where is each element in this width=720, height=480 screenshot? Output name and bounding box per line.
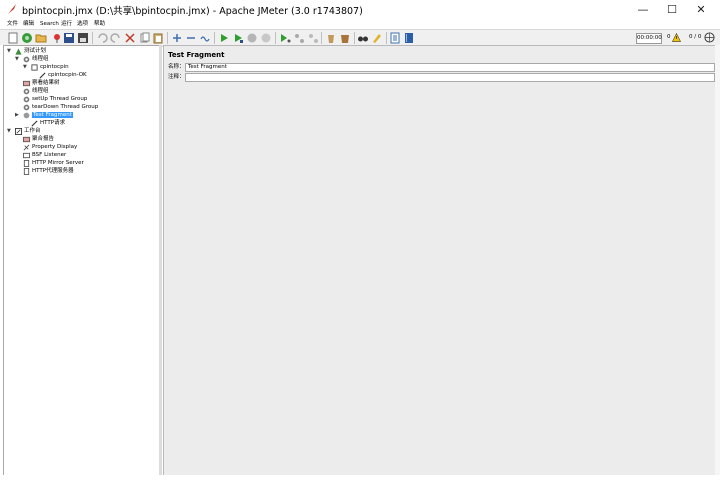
cut-icon[interactable] xyxy=(124,32,136,44)
new-file-icon[interactable] xyxy=(7,32,19,44)
menu-help[interactable]: 帮助 xyxy=(94,19,105,29)
paste-icon[interactable] xyxy=(152,32,164,44)
name-label: 名称： xyxy=(168,64,185,70)
expand-icon[interactable] xyxy=(171,32,183,44)
minimize-button[interactable]: — xyxy=(628,0,658,19)
redo-icon[interactable] xyxy=(110,32,122,44)
tree-node-test-fragment[interactable]: Test Fragment xyxy=(23,111,73,119)
listener-icon xyxy=(23,80,30,86)
tree-node-http-request[interactable]: HTTP请求 xyxy=(31,119,65,127)
sampler-icon xyxy=(31,119,38,127)
collapse-toggle-icon[interactable]: ▼ xyxy=(7,127,11,135)
thread-group-icon xyxy=(23,88,30,94)
test-plan-tree: ▼ 测试计划 ▼ 线程组 ▼ cpintocpin cpintocpin-OK … xyxy=(3,45,160,476)
templates-icon[interactable] xyxy=(21,32,33,44)
tree-node-teardown-thread-group[interactable]: tearDown Thread Group xyxy=(23,103,98,111)
sampler-icon xyxy=(39,71,46,79)
warning-icon[interactable] xyxy=(672,33,681,42)
tree-node-controller[interactable]: cpintocpin xyxy=(31,63,69,71)
search-binoculars-icon[interactable] xyxy=(357,32,369,44)
tree-node-thread-group[interactable]: 线程组 xyxy=(23,87,49,95)
tree-node-http-proxy-server[interactable]: HTTP代理服务器 xyxy=(23,167,74,175)
start-icon[interactable] xyxy=(218,32,230,44)
remote-globe-icon xyxy=(704,32,715,43)
start-no-pause-icon[interactable] xyxy=(232,32,244,44)
thread-group-icon xyxy=(23,56,30,62)
tree-node-workbench[interactable]: 工作台 xyxy=(15,127,41,135)
window-edge xyxy=(0,475,720,480)
tree-node-aggregate-report[interactable]: 聚合报告 xyxy=(23,135,54,143)
tree-node-property-display[interactable]: Property Display xyxy=(23,143,77,151)
listener-icon xyxy=(23,136,30,142)
thread-count: 0 / 0 xyxy=(689,34,702,40)
collapse-toggle-icon[interactable]: ▼ xyxy=(23,63,27,71)
shutdown-icon[interactable] xyxy=(260,32,272,44)
menu-bar: 文件 编辑 Search 运行 选项 帮助 xyxy=(0,19,720,29)
remote-stop-icon[interactable] xyxy=(293,32,305,44)
toggle-icon[interactable] xyxy=(199,32,211,44)
menu-options[interactable]: 选项 xyxy=(77,19,88,29)
help-book-icon[interactable] xyxy=(403,32,415,44)
undo-icon[interactable] xyxy=(96,32,108,44)
menu-file[interactable]: 文件 xyxy=(7,19,18,29)
elapsed-time: 00:00:00 xyxy=(636,33,662,44)
copy-icon[interactable] xyxy=(139,32,151,44)
save-icon[interactable] xyxy=(63,32,75,44)
stop-icon[interactable] xyxy=(246,32,258,44)
remote-start-icon[interactable] xyxy=(279,32,291,44)
workbench-icon xyxy=(15,127,22,135)
remote-exit-icon[interactable] xyxy=(307,32,319,44)
reset-search-icon[interactable] xyxy=(371,32,383,44)
panel-heading: Test Fragment xyxy=(168,51,225,59)
close-button[interactable]: ✕ xyxy=(686,0,716,19)
fragment-icon xyxy=(23,112,30,118)
test-plan-icon xyxy=(15,47,22,55)
window-title: bpintocpin.jmx (D:\共享\bpintocpin.jmx) - … xyxy=(22,6,363,17)
name-field[interactable]: Test Fragment xyxy=(185,63,715,72)
menu-search[interactable]: Search xyxy=(40,19,59,29)
tree-node-thread-group[interactable]: 线程组 xyxy=(23,55,49,63)
collapse-toggle-icon[interactable]: ▼ xyxy=(15,55,19,63)
tree-node-sampler[interactable]: cpintocpin-OK xyxy=(39,71,87,79)
comment-field[interactable] xyxy=(185,73,715,82)
thread-group-icon xyxy=(23,96,30,102)
menu-edit[interactable]: 编辑 xyxy=(23,19,34,29)
tree-node-test-plan[interactable]: 测试计划 xyxy=(15,47,46,55)
panel-splitter[interactable] xyxy=(159,45,162,475)
thread-group-icon xyxy=(23,104,30,110)
listener-icon xyxy=(23,152,30,158)
proxy-icon xyxy=(23,167,30,175)
tree-node-http-mirror-server[interactable]: HTTP Mirror Server xyxy=(23,159,84,167)
clear-all-icon[interactable] xyxy=(339,32,351,44)
maximize-button[interactable]: ☐ xyxy=(657,0,687,19)
property-icon xyxy=(23,144,30,150)
tree-node-listener[interactable]: 察看结果树 xyxy=(23,79,60,87)
element-editor-panel: Test Fragment 名称： Test Fragment 注释： xyxy=(163,45,716,476)
close-file-icon[interactable] xyxy=(51,32,63,44)
clear-icon[interactable] xyxy=(325,32,337,44)
expand-toggle-icon[interactable]: ▶ xyxy=(15,111,19,119)
controller-icon xyxy=(31,63,38,71)
open-folder-icon[interactable] xyxy=(35,32,47,44)
server-icon xyxy=(23,159,30,167)
collapse-icon[interactable] xyxy=(185,32,197,44)
jmeter-feather-icon xyxy=(8,4,16,14)
save-as-icon[interactable] xyxy=(77,32,89,44)
tree-node-setup-thread-group[interactable]: setUp Thread Group xyxy=(23,95,87,103)
menu-run[interactable]: 运行 xyxy=(61,19,72,29)
tree-node-bsf-listener[interactable]: BSF Listener xyxy=(23,151,66,159)
window-edge xyxy=(715,45,720,475)
collapse-toggle-icon[interactable]: ▼ xyxy=(7,47,11,55)
comment-label: 注释： xyxy=(168,74,185,80)
title-bar: bpintocpin.jmx (D:\共享\bpintocpin.jmx) - … xyxy=(0,0,720,19)
function-helper-icon[interactable] xyxy=(389,32,401,44)
warning-count: 0 xyxy=(667,34,671,40)
